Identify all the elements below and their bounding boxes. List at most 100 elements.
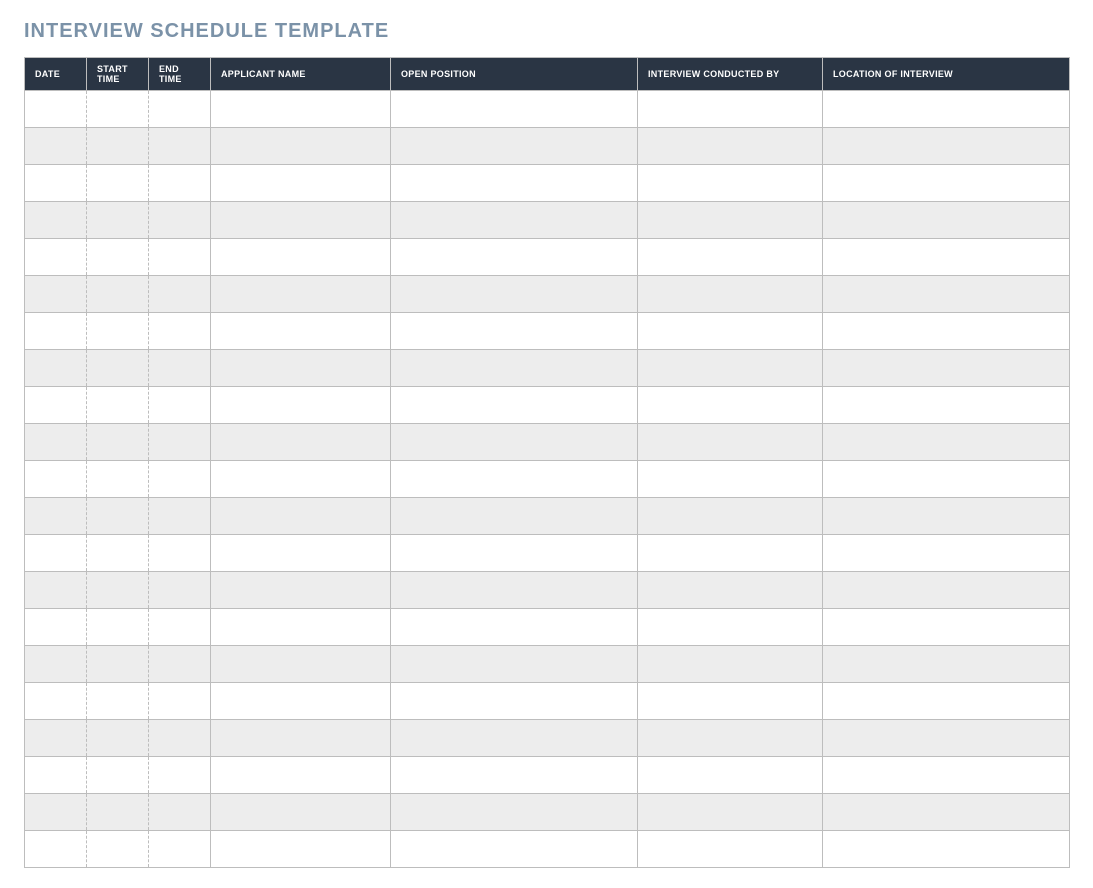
cell-end-time[interactable]	[149, 350, 211, 387]
cell-start-time[interactable]	[87, 831, 149, 868]
cell-applicant-name[interactable]	[211, 313, 391, 350]
cell-interview-conducted-by[interactable]	[638, 609, 823, 646]
cell-date[interactable]	[25, 831, 87, 868]
cell-interview-conducted-by[interactable]	[638, 313, 823, 350]
cell-open-position[interactable]	[391, 313, 638, 350]
cell-interview-conducted-by[interactable]	[638, 461, 823, 498]
cell-location-of-interview[interactable]	[823, 350, 1070, 387]
cell-applicant-name[interactable]	[211, 831, 391, 868]
cell-open-position[interactable]	[391, 276, 638, 313]
cell-location-of-interview[interactable]	[823, 276, 1070, 313]
cell-interview-conducted-by[interactable]	[638, 535, 823, 572]
cell-open-position[interactable]	[391, 646, 638, 683]
cell-date[interactable]	[25, 313, 87, 350]
cell-applicant-name[interactable]	[211, 202, 391, 239]
cell-open-position[interactable]	[391, 498, 638, 535]
cell-end-time[interactable]	[149, 831, 211, 868]
cell-location-of-interview[interactable]	[823, 646, 1070, 683]
cell-start-time[interactable]	[87, 276, 149, 313]
cell-interview-conducted-by[interactable]	[638, 683, 823, 720]
cell-end-time[interactable]	[149, 609, 211, 646]
cell-applicant-name[interactable]	[211, 91, 391, 128]
cell-start-time[interactable]	[87, 683, 149, 720]
cell-applicant-name[interactable]	[211, 498, 391, 535]
cell-start-time[interactable]	[87, 202, 149, 239]
cell-end-time[interactable]	[149, 239, 211, 276]
cell-location-of-interview[interactable]	[823, 757, 1070, 794]
cell-interview-conducted-by[interactable]	[638, 128, 823, 165]
cell-applicant-name[interactable]	[211, 350, 391, 387]
cell-interview-conducted-by[interactable]	[638, 720, 823, 757]
cell-location-of-interview[interactable]	[823, 461, 1070, 498]
cell-end-time[interactable]	[149, 572, 211, 609]
cell-date[interactable]	[25, 165, 87, 202]
cell-end-time[interactable]	[149, 535, 211, 572]
cell-interview-conducted-by[interactable]	[638, 424, 823, 461]
cell-start-time[interactable]	[87, 424, 149, 461]
cell-open-position[interactable]	[391, 535, 638, 572]
cell-open-position[interactable]	[391, 128, 638, 165]
cell-date[interactable]	[25, 609, 87, 646]
cell-open-position[interactable]	[391, 683, 638, 720]
cell-open-position[interactable]	[391, 202, 638, 239]
cell-interview-conducted-by[interactable]	[638, 498, 823, 535]
cell-interview-conducted-by[interactable]	[638, 239, 823, 276]
cell-date[interactable]	[25, 757, 87, 794]
cell-date[interactable]	[25, 535, 87, 572]
cell-interview-conducted-by[interactable]	[638, 91, 823, 128]
cell-open-position[interactable]	[391, 424, 638, 461]
cell-interview-conducted-by[interactable]	[638, 757, 823, 794]
cell-end-time[interactable]	[149, 720, 211, 757]
cell-applicant-name[interactable]	[211, 128, 391, 165]
cell-end-time[interactable]	[149, 461, 211, 498]
cell-applicant-name[interactable]	[211, 239, 391, 276]
cell-start-time[interactable]	[87, 794, 149, 831]
cell-interview-conducted-by[interactable]	[638, 646, 823, 683]
cell-end-time[interactable]	[149, 498, 211, 535]
cell-applicant-name[interactable]	[211, 387, 391, 424]
cell-open-position[interactable]	[391, 239, 638, 276]
cell-end-time[interactable]	[149, 387, 211, 424]
cell-start-time[interactable]	[87, 498, 149, 535]
cell-location-of-interview[interactable]	[823, 202, 1070, 239]
cell-date[interactable]	[25, 683, 87, 720]
cell-location-of-interview[interactable]	[823, 239, 1070, 276]
cell-open-position[interactable]	[391, 794, 638, 831]
cell-open-position[interactable]	[391, 350, 638, 387]
cell-applicant-name[interactable]	[211, 424, 391, 461]
cell-start-time[interactable]	[87, 165, 149, 202]
cell-applicant-name[interactable]	[211, 720, 391, 757]
cell-location-of-interview[interactable]	[823, 387, 1070, 424]
cell-date[interactable]	[25, 202, 87, 239]
cell-start-time[interactable]	[87, 757, 149, 794]
cell-applicant-name[interactable]	[211, 794, 391, 831]
cell-applicant-name[interactable]	[211, 646, 391, 683]
cell-location-of-interview[interactable]	[823, 313, 1070, 350]
cell-interview-conducted-by[interactable]	[638, 350, 823, 387]
cell-interview-conducted-by[interactable]	[638, 794, 823, 831]
cell-applicant-name[interactable]	[211, 461, 391, 498]
cell-applicant-name[interactable]	[211, 572, 391, 609]
cell-date[interactable]	[25, 128, 87, 165]
cell-open-position[interactable]	[391, 572, 638, 609]
cell-open-position[interactable]	[391, 720, 638, 757]
cell-start-time[interactable]	[87, 128, 149, 165]
cell-open-position[interactable]	[391, 609, 638, 646]
cell-date[interactable]	[25, 498, 87, 535]
cell-open-position[interactable]	[391, 461, 638, 498]
cell-interview-conducted-by[interactable]	[638, 387, 823, 424]
cell-applicant-name[interactable]	[211, 535, 391, 572]
cell-start-time[interactable]	[87, 720, 149, 757]
cell-location-of-interview[interactable]	[823, 609, 1070, 646]
cell-date[interactable]	[25, 91, 87, 128]
cell-location-of-interview[interactable]	[823, 535, 1070, 572]
cell-start-time[interactable]	[87, 91, 149, 128]
cell-location-of-interview[interactable]	[823, 831, 1070, 868]
cell-location-of-interview[interactable]	[823, 128, 1070, 165]
cell-applicant-name[interactable]	[211, 276, 391, 313]
cell-end-time[interactable]	[149, 757, 211, 794]
cell-date[interactable]	[25, 646, 87, 683]
cell-end-time[interactable]	[149, 91, 211, 128]
cell-start-time[interactable]	[87, 535, 149, 572]
cell-start-time[interactable]	[87, 461, 149, 498]
